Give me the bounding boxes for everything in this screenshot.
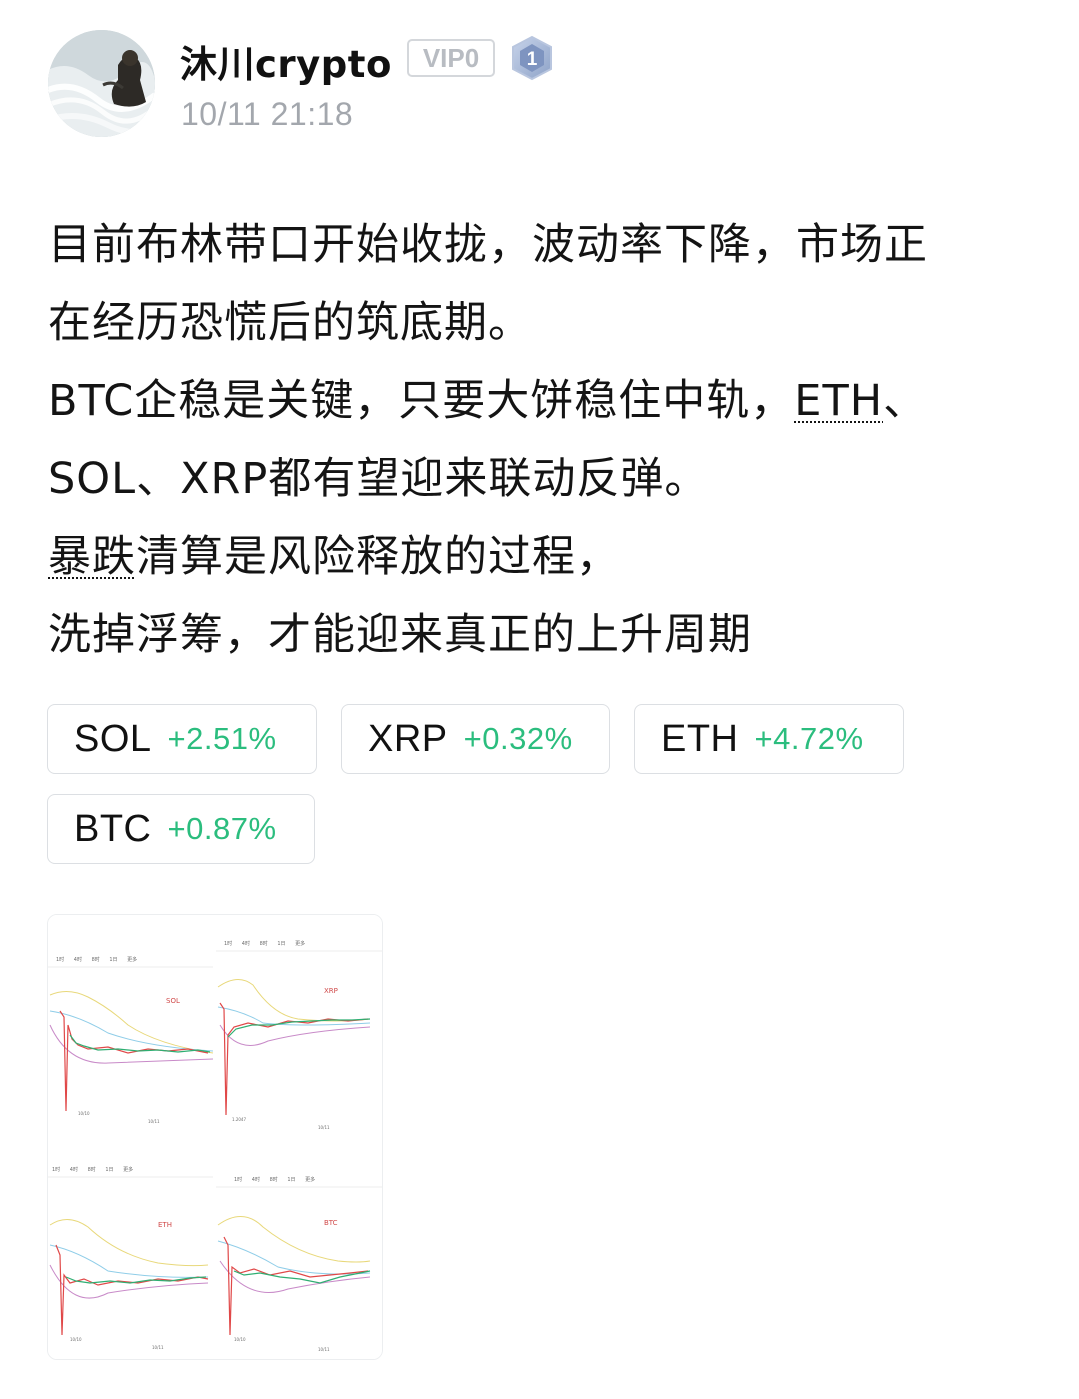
ticker-symbol: XRP	[368, 717, 448, 760]
post-line: SOL、XRP都有望迎来联动反弹。	[48, 454, 709, 504]
post-line: 目前布林带口开始收拢，波动率下降，市场正	[48, 220, 928, 270]
ticker-tag-xrp[interactable]: XRP +0.32%	[341, 704, 610, 774]
ticker-tag-eth[interactable]: ETH +4.72%	[634, 704, 904, 774]
axis-tick: 10/10	[78, 1111, 90, 1116]
tf: 8时	[260, 940, 268, 947]
axis-tick: 10/11	[318, 1347, 330, 1352]
axis-tick: 10/10	[70, 1337, 82, 1342]
tf: 1时	[234, 1176, 242, 1183]
post-line: 暴跌清算是风险释放的过程，	[48, 518, 1048, 596]
tf: 1日	[109, 957, 117, 963]
tf: 1日	[287, 1177, 295, 1183]
tf: 1时	[56, 956, 64, 963]
username[interactable]: 沐川crypto	[180, 34, 392, 88]
ticker-change: +0.87%	[167, 811, 277, 846]
tf: 1日	[105, 1167, 113, 1173]
tf: 1时	[52, 1166, 60, 1173]
ticker-symbol: BTC	[74, 807, 152, 850]
axis-tick: 10/11	[318, 1125, 330, 1130]
tf: 更多	[123, 1166, 133, 1173]
panel-label: ETH	[158, 1221, 172, 1229]
tf: 4时	[74, 956, 82, 963]
tf: 8时	[270, 1176, 278, 1183]
tf: 1时	[224, 940, 232, 947]
post-timestamp: 10/11 21:18	[181, 96, 354, 132]
tf: 4时	[252, 1176, 260, 1183]
tf: 8时	[88, 1166, 96, 1173]
tf: 更多	[305, 1176, 315, 1183]
vip-badge: VIP0	[407, 39, 495, 77]
tf: 更多	[295, 940, 305, 947]
post-body: 目前布林带口开始收拢，波动率下降，市场正 在经历恐慌后的筑底期。 BTC企稳是关…	[48, 206, 1048, 674]
ticker-tag-sol[interactable]: SOL +2.51%	[47, 704, 317, 774]
tf: 更多	[127, 956, 137, 963]
post-text: 清算是风险释放的过程，	[136, 532, 620, 582]
tf: 8时	[92, 956, 100, 963]
eth-ticker-link[interactable]: ETH	[794, 376, 883, 426]
ticker-symbol: ETH	[661, 717, 739, 760]
keyword-link[interactable]: 暴跌	[48, 532, 136, 582]
ticker-change: +0.32%	[463, 721, 573, 756]
tf: 1日	[277, 941, 285, 947]
ticker-change: +4.72%	[754, 721, 864, 756]
ticker-change: +2.51%	[167, 721, 277, 756]
axis-tick: 10/10	[234, 1337, 246, 1342]
ticker-symbol: SOL	[74, 717, 152, 760]
axis-tick: 10/11	[148, 1119, 160, 1124]
panel-label: SOL	[166, 997, 180, 1005]
post-line: BTC企稳是关键，只要大饼稳住中轨，ETH、	[48, 362, 1048, 440]
axis-tick: 10/11	[152, 1345, 164, 1350]
tf: 4时	[70, 1166, 78, 1173]
ticker-tag-btc[interactable]: BTC +0.87%	[47, 794, 315, 864]
level-badge-icon: 1	[509, 35, 555, 81]
level-number: 1	[527, 49, 538, 70]
post-text: BTC企稳是关键，只要大饼稳住中轨，	[48, 376, 795, 426]
panel-label: XRP	[324, 987, 338, 995]
tf: 4时	[242, 940, 250, 947]
avatar[interactable]	[48, 30, 155, 137]
post-image-charts[interactable]: 1时 4时 8时 1日 更多 SOL 10/10 10/11 1时 4时 8时 …	[47, 914, 383, 1360]
post-text: 、	[883, 376, 928, 426]
post-line: 洗掉浮筹，才能迎来真正的上升周期	[48, 610, 752, 660]
panel-label: BTC	[324, 1219, 338, 1227]
post-line: 在经历恐慌后的筑底期。	[48, 298, 532, 348]
axis-tick: 1.2047	[232, 1117, 246, 1122]
